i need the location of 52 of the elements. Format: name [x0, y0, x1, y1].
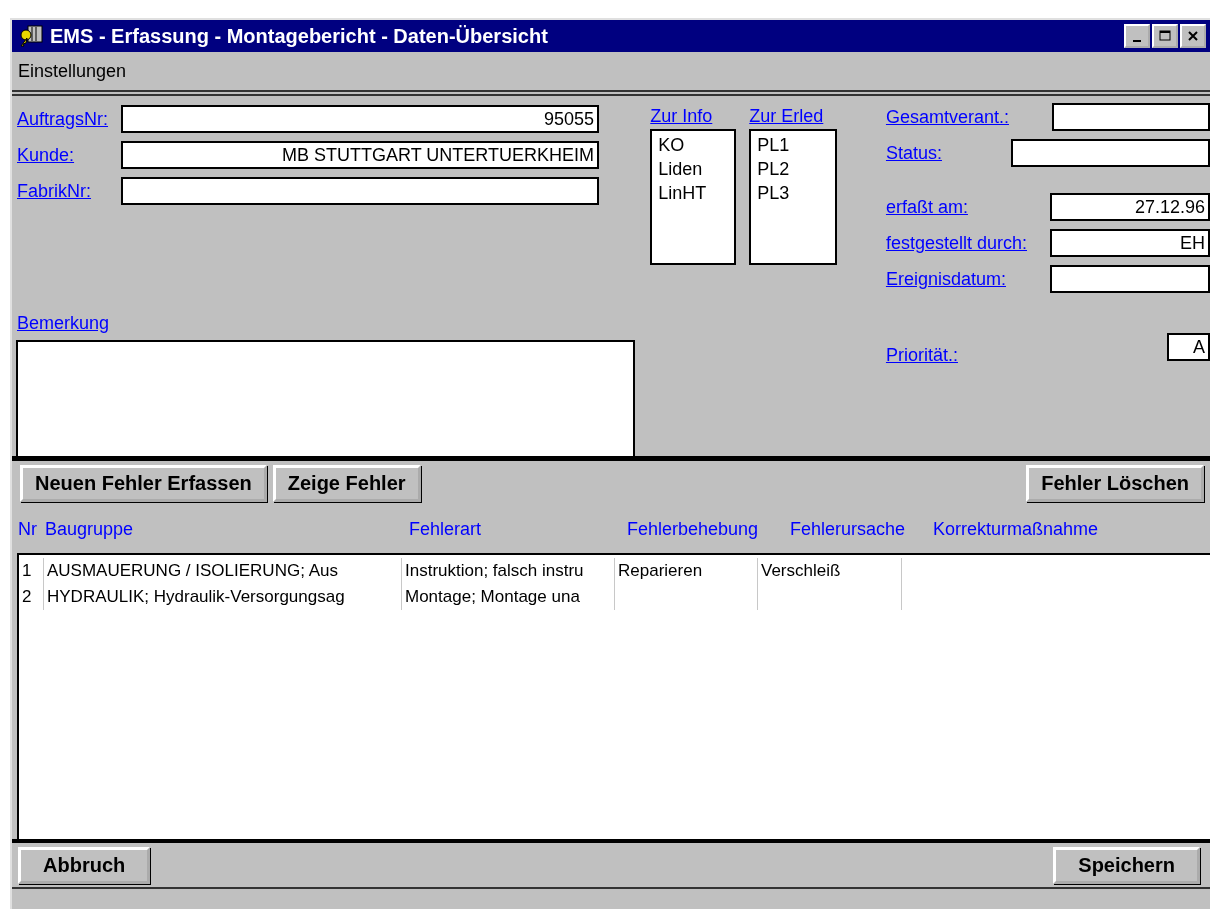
input-field[interactable]: [1011, 139, 1210, 167]
field-label[interactable]: AuftragsNr:: [17, 108, 121, 130]
field-label[interactable]: FabrikNr:: [17, 180, 121, 202]
input-field[interactable]: A: [1167, 332, 1210, 361]
minimize-button[interactable]: [1124, 24, 1150, 48]
column-header[interactable]: Fehlerursache: [790, 518, 933, 540]
action-button[interactable]: Zeige Fehler: [272, 464, 421, 502]
table-cell: AUSMAUERUNG / ISOLIERUNG; Aus: [44, 558, 402, 584]
list-box[interactable]: PL1 PL2 PL3: [749, 129, 838, 265]
list-label[interactable]: Zur Erled: [749, 106, 838, 127]
table-cell: 1: [19, 558, 44, 584]
close-button[interactable]: [1180, 24, 1206, 48]
minimize-icon: [1133, 40, 1141, 42]
remark-field[interactable]: [16, 340, 635, 456]
maximize-icon: [1159, 30, 1171, 42]
field-label[interactable]: Ereignisdatum:: [885, 268, 1006, 290]
input-field[interactable]: EH: [1050, 229, 1210, 257]
column-header[interactable]: Baugruppe: [45, 518, 409, 540]
table-cell: Reparieren: [615, 558, 758, 584]
input-field[interactable]: 95055: [121, 105, 599, 133]
column-header[interactable]: Korrekturmaßnahme: [933, 518, 1193, 540]
column-header[interactable]: Nr: [18, 518, 45, 540]
save-button[interactable]: Speichern: [1053, 846, 1200, 884]
field-label[interactable]: Status:: [885, 142, 942, 164]
cancel-button[interactable]: Abbruch: [18, 846, 151, 884]
field-label[interactable]: Gesamtverant.:: [885, 106, 1009, 128]
list-box[interactable]: KO Liden LinHT: [650, 129, 737, 265]
table-cell: 2: [19, 584, 44, 610]
close-icon: [1187, 30, 1199, 42]
field-label[interactable]: festgestellt durch:: [885, 232, 1027, 254]
field-label[interactable]: Bemerkung: [17, 313, 110, 334]
table-cell: Verschleiß: [758, 558, 902, 584]
input-field[interactable]: MB STUTTGART UNTERTUERKHEIM: [121, 141, 599, 169]
action-button[interactable]: Neuen Fehler Erfassen: [20, 464, 267, 502]
maximize-button[interactable]: [1152, 24, 1178, 48]
table-cell: Montage; Montage una: [402, 584, 615, 610]
input-field[interactable]: [1052, 103, 1210, 131]
table-cell: Instruktion; falsch instru: [402, 558, 615, 584]
input-field[interactable]: [1050, 265, 1210, 293]
field-label[interactable]: Kunde:: [17, 144, 121, 166]
table-cell: HYDRAULIK; Hydraulik-Versorgungsag: [44, 584, 402, 610]
field-label[interactable]: Priorität.:: [885, 345, 958, 366]
input-field[interactable]: [121, 177, 599, 205]
keys-icon: [18, 24, 44, 48]
input-field[interactable]: 27.12.96: [1050, 193, 1210, 221]
menu-item[interactable]: Einstellungen: [18, 60, 127, 82]
column-header[interactable]: Fehlerart: [409, 518, 627, 540]
list-label[interactable]: Zur Info: [650, 106, 737, 127]
window-title: EMS - Erfassung - Montagebericht - Daten-Übersicht: [50, 24, 549, 48]
action-button[interactable]: Fehler Löschen: [1026, 464, 1204, 502]
column-header[interactable]: Fehlerbehebung: [627, 518, 790, 540]
field-label[interactable]: erfaßt am:: [885, 196, 968, 218]
